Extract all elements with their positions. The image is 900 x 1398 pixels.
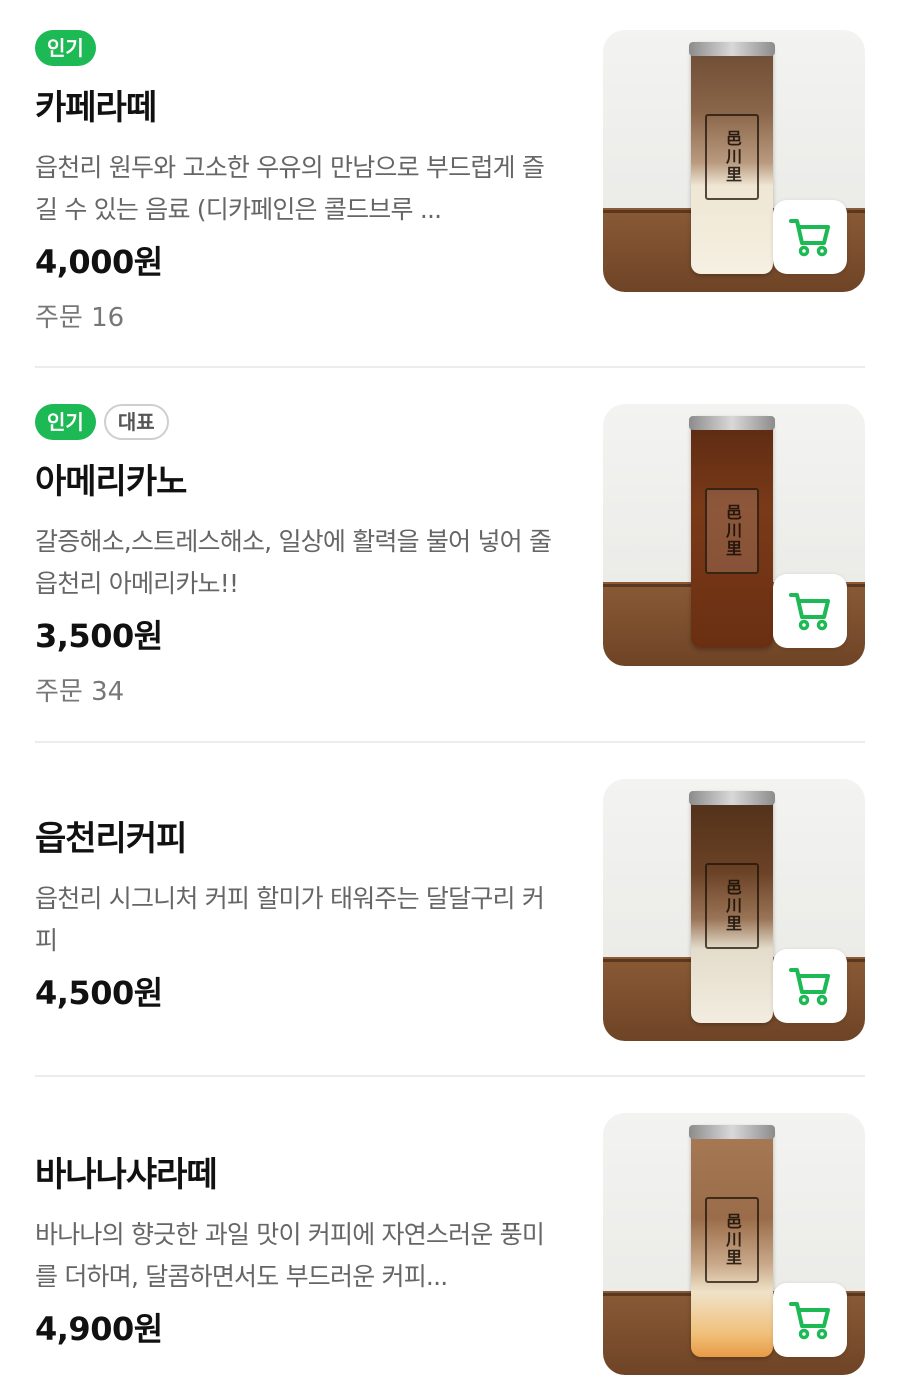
- menu-item-order-count: 주문 16: [35, 303, 125, 333]
- bottle-label: 邑川里: [705, 1197, 759, 1283]
- drink-bottle: 邑川里: [689, 42, 775, 274]
- add-to-cart-button[interactable]: [773, 1283, 847, 1357]
- popular-badge: 인기: [35, 30, 96, 66]
- drink-bottle: 邑川里: [689, 1125, 775, 1357]
- bottle-cap: [689, 42, 775, 56]
- drink-bottle: 邑川里: [689, 416, 775, 648]
- menu-item-price: 4,000원: [35, 243, 163, 281]
- menu-item-info: 인기 카페라떼 읍천리 원두와 고소한 우유의 만남으로 부드럽게 즐길 수 있…: [35, 30, 565, 334]
- drink-bottle: 邑川里: [689, 791, 775, 1023]
- bottle-cap: [689, 1125, 775, 1139]
- cart-icon: [789, 593, 830, 631]
- bottle-label: 邑川里: [705, 863, 759, 949]
- menu-list: 인기 카페라떼 읍천리 원두와 고소한 우유의 만남으로 부드럽게 즐길 수 있…: [0, 0, 900, 1398]
- popular-badge: 인기: [35, 404, 96, 440]
- brand-mark: 邑川里: [723, 130, 742, 184]
- menu-item-info: 읍천리커피 읍천리 시그니처 커피 할미가 태워주는 달달구리 커피 4,500…: [35, 811, 565, 1028]
- badge-row: 인기 대표: [35, 404, 565, 440]
- menu-item-price: 4,500원: [35, 974, 163, 1012]
- menu-item-name: 카페라떼: [35, 88, 157, 128]
- brand-mark: 邑川里: [723, 1213, 742, 1267]
- menu-item-price: 3,500원: [35, 617, 163, 655]
- menu-item-price: 4,900원: [35, 1310, 163, 1348]
- menu-item[interactable]: 인기 카페라떼 읍천리 원두와 고소한 우유의 만남으로 부드럽게 즐길 수 있…: [35, 0, 865, 368]
- menu-item-info: 인기 대표 아메리카노 갈증해소,스트레스해소, 일상에 활력을 불어 넣어 줄…: [35, 404, 565, 708]
- menu-item[interactable]: 읍천리커피 읍천리 시그니처 커피 할미가 태워주는 달달구리 커피 4,500…: [35, 743, 865, 1077]
- cart-icon: [789, 219, 830, 257]
- menu-item-order-count: 주문 34: [35, 677, 125, 707]
- add-to-cart-button[interactable]: [773, 574, 847, 648]
- badge-row: 인기: [35, 30, 565, 66]
- cart-icon: [789, 968, 830, 1006]
- bottle-cap: [689, 791, 775, 805]
- menu-item-description: 갈증해소,스트레스해소, 일상에 활력을 불어 넣어 줄 읍천리 아메리카노!!: [35, 527, 552, 598]
- menu-item-name: 읍천리커피: [35, 819, 187, 859]
- menu-item-description: 읍천리 원두와 고소한 우유의 만남으로 부드럽게 즐길 수 있는 음료 (디카…: [35, 153, 545, 224]
- add-to-cart-button[interactable]: [773, 949, 847, 1023]
- menu-item-name: 바나나샤라떼: [35, 1155, 218, 1195]
- brand-mark: 邑川里: [723, 504, 742, 558]
- signature-badge: 대표: [103, 404, 169, 440]
- bottle-cap: [689, 416, 775, 430]
- menu-item-image[interactable]: 邑川里: [603, 1113, 865, 1375]
- bottle-label: 邑川里: [705, 488, 759, 574]
- brand-mark: 邑川里: [723, 879, 742, 933]
- menu-item-description: 바나나의 향긋한 과일 맛이 커피에 자연스러운 풍미를 더하며, 달콤하면서도…: [35, 1220, 545, 1291]
- menu-item-name: 아메리카노: [35, 462, 187, 502]
- cart-icon: [789, 1302, 830, 1340]
- menu-item-info: 바나나샤라떼 바나나의 향긋한 과일 맛이 커피에 자연스러운 풍미를 더하며,…: [35, 1147, 565, 1364]
- menu-item-image[interactable]: 邑川里: [603, 30, 865, 292]
- add-to-cart-button[interactable]: [773, 200, 847, 274]
- menu-item-image[interactable]: 邑川里: [603, 779, 865, 1041]
- bottle-label: 邑川里: [705, 114, 759, 200]
- menu-item-image[interactable]: 邑川里: [603, 404, 865, 666]
- menu-item[interactable]: 바나나샤라떼 바나나의 향긋한 과일 맛이 커피에 자연스러운 풍미를 더하며,…: [35, 1077, 865, 1398]
- menu-item-description: 읍천리 시그니처 커피 할미가 태워주는 달달구리 커피: [35, 884, 545, 955]
- menu-item[interactable]: 인기 대표 아메리카노 갈증해소,스트레스해소, 일상에 활력을 불어 넣어 줄…: [35, 368, 865, 743]
